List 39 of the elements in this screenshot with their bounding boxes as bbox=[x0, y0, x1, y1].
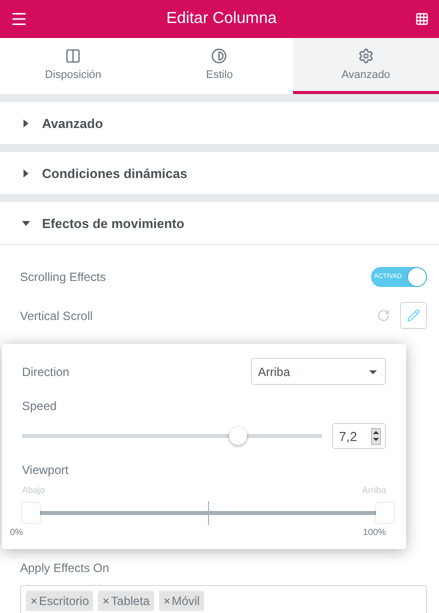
device-tag[interactable]: Tableta bbox=[98, 591, 154, 611]
field-label: Vertical Scroll bbox=[20, 308, 93, 322]
range-handle[interactable] bbox=[376, 503, 394, 523]
field-label: Speed bbox=[22, 399, 57, 413]
field-label: Apply Effects On bbox=[20, 561, 110, 575]
caret-icon bbox=[24, 119, 28, 127]
panel-title: Editar Columna bbox=[166, 10, 277, 28]
range-reading: 0% bbox=[10, 527, 24, 537]
field-label: Scrolling Effects bbox=[20, 270, 106, 284]
tags-field[interactable]: Escritorio Tableta Móvil bbox=[20, 585, 427, 613]
caret-icon bbox=[24, 169, 28, 177]
section-header[interactable]: Efectos de movimiento bbox=[0, 202, 439, 245]
section-header[interactable]: Avanzado bbox=[0, 102, 439, 144]
range-hint: Abajo bbox=[22, 485, 46, 495]
apps-grid-icon[interactable] bbox=[415, 12, 429, 26]
spinner-icon[interactable] bbox=[371, 428, 381, 444]
section-header[interactable]: Condiciones dinámicas bbox=[0, 152, 439, 194]
device-tag[interactable]: Escritorio bbox=[26, 591, 94, 611]
columns-icon bbox=[65, 48, 82, 64]
slider-thumb[interactable] bbox=[229, 427, 247, 445]
remove-icon[interactable] bbox=[30, 597, 38, 605]
range-hint: Arriba bbox=[362, 485, 386, 495]
range-handle[interactable] bbox=[22, 503, 40, 523]
direction-select[interactable]: Arriba bbox=[251, 358, 386, 385]
field-label: Viewport bbox=[22, 463, 68, 477]
caret-icon bbox=[22, 220, 30, 226]
remove-icon[interactable] bbox=[102, 597, 110, 605]
settings-icon bbox=[358, 48, 374, 64]
range-reading: 100% bbox=[362, 527, 386, 537]
contrast-icon bbox=[211, 48, 228, 64]
edit-button[interactable] bbox=[400, 302, 427, 329]
remove-icon[interactable] bbox=[162, 597, 171, 605]
tab[interactable]: Avanzado bbox=[292, 38, 439, 94]
menu-icon[interactable] bbox=[10, 10, 28, 28]
number-input[interactable]: 7,2 bbox=[332, 423, 386, 449]
pencil-icon bbox=[407, 309, 420, 322]
device-tag[interactable]: Móvil bbox=[158, 591, 204, 611]
field-label: Direction bbox=[22, 364, 70, 378]
reset-icon[interactable] bbox=[377, 309, 390, 322]
